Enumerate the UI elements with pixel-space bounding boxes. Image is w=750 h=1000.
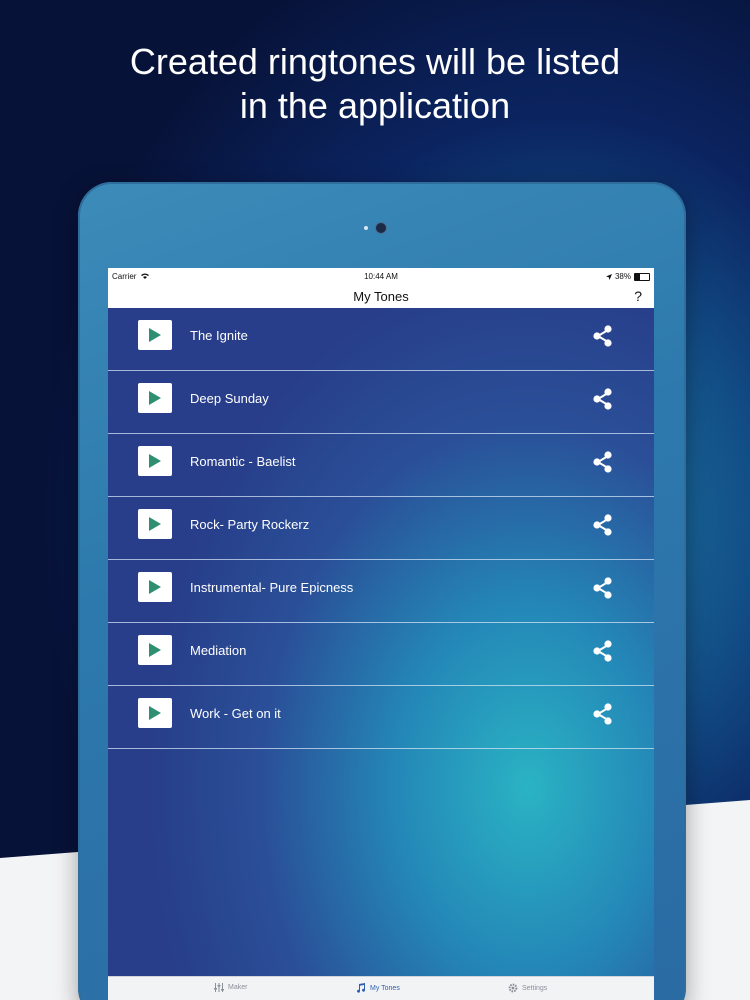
play-icon: [149, 643, 161, 657]
headline-line-1: Created ringtones will be listed: [129, 41, 621, 82]
tablet-camera: [375, 222, 387, 234]
tone-name: Rock- Party Rockerz: [190, 517, 310, 532]
tone-name: Work - Get on it: [190, 706, 281, 721]
tone-list-item[interactable]: Romantic - Baelist: [108, 434, 654, 497]
share-icon: [593, 514, 612, 536]
battery-fill: [635, 273, 641, 280]
headline-line-2: in the application: [239, 85, 511, 126]
navigation-bar: My Tones ?: [108, 286, 654, 308]
share-button[interactable]: [590, 575, 616, 601]
tab-settings-label: Settings: [522, 984, 548, 992]
app-screen: Carrier 10:44 AM 38% My Tones ? The Igni…: [108, 268, 654, 1000]
tablet-sensor: [364, 226, 368, 230]
tone-list: The Ignite Deep Sunday Romantic - Baelist R…: [108, 308, 654, 749]
tone-list-item[interactable]: Mediation: [108, 623, 654, 686]
share-icon: [593, 388, 612, 410]
help-button[interactable]: ?: [634, 288, 642, 304]
play-icon: [149, 454, 161, 468]
share-icon: [593, 577, 612, 599]
play-button[interactable]: [138, 698, 172, 728]
battery-percent: 38%: [614, 272, 631, 281]
play-button[interactable]: [138, 509, 172, 539]
tab-maker[interactable]: Maker: [214, 983, 247, 992]
tab-settings[interactable]: Settings: [508, 983, 547, 993]
share-icon: [593, 451, 612, 473]
play-button[interactable]: [138, 383, 172, 413]
sliders-icon: [214, 983, 224, 992]
share-button[interactable]: [590, 323, 616, 349]
tone-list-item[interactable]: Deep Sunday: [108, 371, 654, 434]
tone-list-item[interactable]: Work - Get on it: [108, 686, 654, 749]
tone-list-item[interactable]: Rock- Party Rockerz: [108, 497, 654, 560]
status-time: 10:44 AM: [364, 272, 398, 281]
share-button[interactable]: [590, 386, 616, 412]
play-button[interactable]: [138, 446, 172, 476]
tab-my-tones[interactable]: My Tones: [356, 983, 400, 993]
tone-name: Romantic - Baelist: [190, 454, 296, 469]
battery-group: 38%: [605, 272, 650, 281]
share-button[interactable]: [590, 638, 616, 664]
share-button[interactable]: [590, 701, 616, 727]
page-title: My Tones: [353, 289, 409, 304]
play-icon: [149, 580, 161, 594]
tone-name: Mediation: [190, 643, 247, 658]
gear-icon: [508, 983, 518, 993]
promo-page: Created ringtones will be listed in the …: [0, 0, 750, 1000]
tab-my-tones-label: My Tones: [370, 984, 400, 992]
music-note-icon: [357, 983, 366, 993]
play-button[interactable]: [138, 320, 172, 350]
tone-list-item[interactable]: Instrumental- Pure Epicness: [108, 560, 654, 623]
play-button[interactable]: [138, 572, 172, 602]
play-icon: [149, 391, 161, 405]
tone-list-item[interactable]: The Ignite: [108, 308, 654, 371]
share-icon: [593, 703, 612, 725]
play-icon: [149, 517, 161, 531]
tone-name: Deep Sunday: [190, 391, 269, 406]
tone-name: The Ignite: [190, 328, 248, 343]
share-icon: [593, 640, 612, 662]
tone-name: Instrumental- Pure Epicness: [190, 580, 354, 595]
share-icon: [593, 325, 612, 347]
play-icon: [149, 328, 161, 342]
play-button[interactable]: [138, 635, 172, 665]
location-arrow-icon: [605, 273, 612, 280]
play-icon: [149, 706, 161, 720]
share-button[interactable]: [590, 512, 616, 538]
battery-icon: [634, 272, 650, 281]
tab-maker-label: Maker: [228, 984, 248, 991]
headline: Created ringtones will be listed in the …: [0, 40, 750, 128]
share-button[interactable]: [590, 449, 616, 475]
tab-bar: Maker My Tones Settings: [108, 976, 654, 1000]
status-bar: Carrier 10:44 AM 38%: [108, 268, 654, 286]
